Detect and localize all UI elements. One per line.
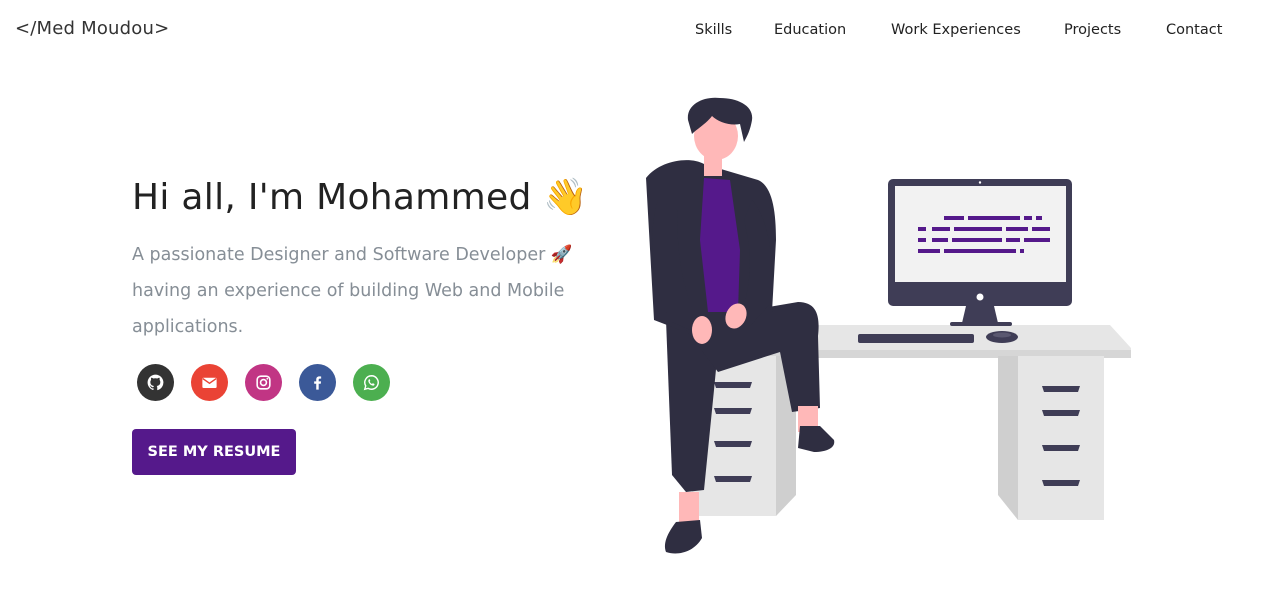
nav-link-projects[interactable]: Projects	[1064, 22, 1121, 38]
developer-illustration	[646, 97, 1131, 554]
whatsapp-icon[interactable]	[353, 364, 390, 401]
monitor-icon	[888, 179, 1072, 326]
wave-emoji-icon: 👋	[543, 177, 589, 218]
subtitle-text-rest: having an experience of building Web and…	[132, 281, 565, 337]
nav-link-education[interactable]: Education	[774, 22, 846, 38]
github-icon[interactable]	[137, 364, 174, 401]
keyboard-icon	[858, 334, 974, 343]
nav-link-skills[interactable]: Skills	[695, 22, 732, 38]
email-icon[interactable]	[191, 364, 228, 401]
rocket-emoji-icon: 🚀	[550, 245, 573, 265]
subtitle-text: A passionate Designer and Software Devel…	[132, 245, 546, 265]
nav-link-work-experiences[interactable]: Work Experiences	[891, 22, 1021, 38]
header: </Med Moudou> Skills Education Work Expe…	[0, 0, 1262, 62]
instagram-icon[interactable]	[245, 364, 282, 401]
hero-subtitle: A passionate Designer and Software Devel…	[132, 237, 602, 345]
greeting-text: Hi all, I'm Mohammed	[132, 177, 532, 218]
site-logo[interactable]: </Med Moudou>	[15, 18, 169, 39]
see-my-resume-button[interactable]: SEE MY RESUME	[132, 429, 296, 475]
facebook-icon[interactable]	[299, 364, 336, 401]
nav-link-contact[interactable]: Contact	[1166, 22, 1222, 38]
greeting-heading: Hi all, I'm Mohammed 👋	[132, 176, 588, 218]
